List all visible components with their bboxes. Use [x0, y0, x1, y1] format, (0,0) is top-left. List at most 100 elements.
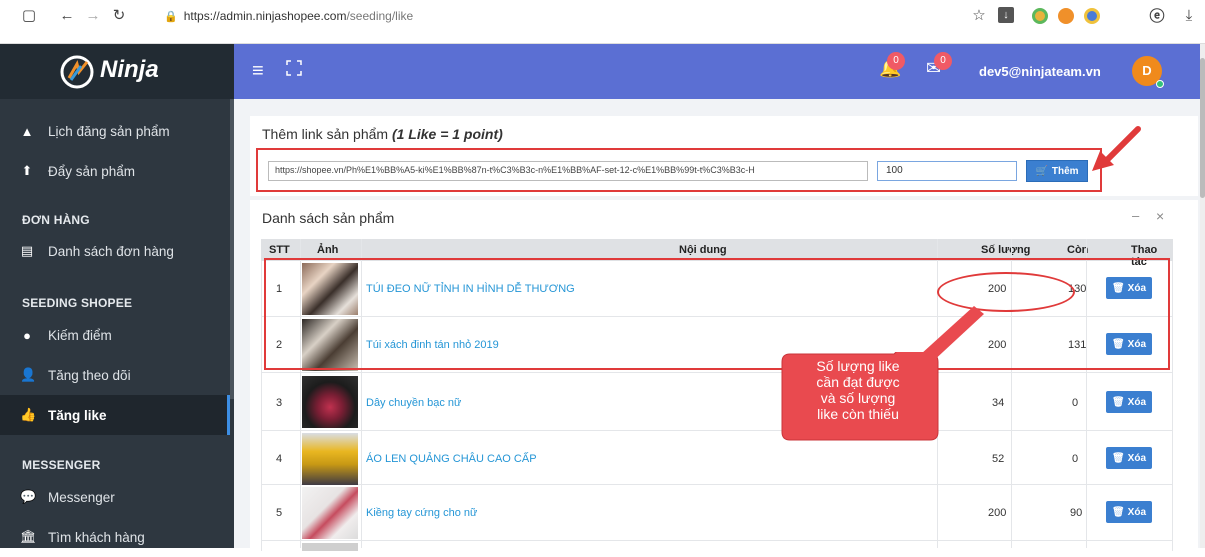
row-stt: 5 — [276, 507, 283, 519]
callout-text: Số lượng like cần đạt được và số lượng l… — [816, 358, 900, 422]
section-messenger: MESSENGER — [22, 458, 101, 472]
column-divider — [1086, 239, 1087, 548]
product-image — [302, 319, 358, 371]
main-content: Thêm link sản phẩm (1 Like = 1 point) ht… — [234, 99, 1200, 551]
product-image — [302, 487, 358, 539]
product-link[interactable]: Túi xách đinh tán nhỏ 2019 — [366, 339, 499, 351]
url-host: https://admin.ninjashopee.com — [183, 9, 347, 23]
annotation-arrow-icon — [1092, 126, 1141, 171]
table-row: 5 Kiềng tay cứng cho nữ 200 90 🗑 Xóa — [261, 485, 1173, 541]
upload-icon: ⬆ — [21, 163, 33, 178]
sidebar-item-label: Danh sách đơn hàng — [48, 243, 174, 259]
row-quantity: 200 — [988, 507, 1007, 519]
col-image: Ảnh — [317, 244, 339, 256]
chrome-ext-icon[interactable] — [1084, 8, 1100, 24]
table-row — [261, 541, 1173, 551]
row-remaining: 90 — [1070, 507, 1083, 519]
column-divider — [1011, 239, 1012, 548]
sidebar-item-label: Lịch đăng sản phẩm — [48, 123, 170, 139]
add-button[interactable]: 🛒 Thêm — [1026, 160, 1088, 182]
row-quantity: 200 — [988, 339, 1007, 351]
table-row: 4 ÁO LEN QUẢNG CHÂU CAO CẤP 52 0 🗑 Xóa — [261, 431, 1173, 485]
extension-icon[interactable] — [1032, 8, 1048, 24]
sidebar: ▲ Lịch đăng sản phẩm ⬆ Đẩy sản phẩm ĐƠN … — [0, 99, 234, 548]
download-ext-icon[interactable]: ↓ — [998, 7, 1014, 23]
pumpkin-icon[interactable] — [1058, 8, 1074, 24]
sidebar-item-likes[interactable]: 👍 Tăng like — [0, 395, 230, 435]
back-icon[interactable]: ← — [58, 6, 76, 24]
downloads-icon[interactable]: ⤓ — [1180, 6, 1198, 24]
product-image — [302, 263, 358, 315]
coin-icon: ● — [23, 327, 31, 343]
fullscreen-icon[interactable] — [286, 60, 302, 76]
user-email[interactable]: dev5@ninjateam.vn — [979, 64, 1101, 79]
section-orders: ĐƠN HÀNG — [22, 213, 90, 227]
online-status-dot — [1156, 80, 1164, 88]
sidebar-item-label: Tìm khách hàng — [48, 529, 145, 545]
cart-icon: 🛒 — [1035, 165, 1048, 177]
forward-icon[interactable]: → — [84, 6, 102, 24]
close-icon[interactable]: × — [1156, 208, 1164, 224]
row-quantity: 52 — [992, 453, 1005, 465]
window-icon[interactable]: ▢ — [20, 6, 38, 24]
table-row: 2 Túi xách đinh tán nhỏ 2019 200 131 🗑 Xó… — [261, 317, 1173, 373]
like-quantity-input[interactable]: 100 — [877, 161, 1017, 181]
sidebar-item-schedule[interactable]: ▲ Lịch đăng sản phẩm — [0, 111, 230, 151]
sidebar-item-label: Tăng like — [48, 407, 107, 423]
row-remaining: 130 — [1068, 283, 1087, 295]
sidebar-item-find-customers[interactable]: 🏛 Tìm khách hàng — [0, 517, 230, 557]
section-seeding: SEEDING SHOPEE — [22, 296, 133, 310]
address-bar[interactable]: 🔒 https://admin.ninjashopee.com/seeding/… — [164, 6, 924, 26]
browser-toolbar: ▢ ← → ↻ 🔒 https://admin.ninjashopee.com /… — [0, 0, 1205, 44]
delete-button[interactable]: 🗑 Xóa — [1106, 277, 1152, 299]
sidebar-item-push[interactable]: ⬆ Đẩy sản phẩm — [0, 151, 230, 191]
sidebar-item-messenger[interactable]: 💬 Messenger — [0, 477, 230, 517]
delete-button[interactable]: 🗑 Xóa — [1106, 391, 1152, 413]
sidebar-item-followers[interactable]: 👤 Tăng theo dõi — [0, 355, 230, 395]
product-image — [302, 376, 358, 428]
col-stt: STT — [269, 244, 290, 256]
minimize-icon[interactable]: – — [1132, 208, 1139, 223]
notification-badge: 0 — [887, 52, 905, 70]
row-stt: 2 — [276, 339, 283, 351]
col-content: Nội dung — [679, 244, 727, 256]
profile-icon[interactable]: ⓔ — [1148, 6, 1166, 25]
sidebar-item-orders[interactable]: ▤ Danh sách đơn hàng — [0, 231, 230, 271]
url-path: /seeding/like — [346, 9, 414, 23]
star-icon[interactable]: ☆ — [970, 6, 988, 24]
col-quantity: Số lượng — [981, 244, 1031, 256]
product-link[interactable]: Kiềng tay cứng cho nữ — [366, 507, 477, 519]
product-link[interactable]: ÁO LEN QUẢNG CHÂU CAO CẤP — [366, 453, 537, 465]
trash-icon: 🗑 — [1111, 396, 1125, 408]
bank-icon: 🏛 — [20, 529, 37, 544]
row-stt: 3 — [276, 397, 283, 409]
delete-button[interactable]: 🗑 Xóa — [1106, 333, 1152, 355]
table-header: STT Ảnh Nội dung Số lượng Còn Thao tác — [261, 239, 1173, 268]
product-link[interactable]: Dây chuyền bạc nữ — [366, 397, 461, 409]
page-scrollbar-thumb[interactable] — [1200, 58, 1205, 198]
sidebar-item-label: Kiếm điểm — [48, 327, 112, 343]
row-remaining: 0 — [1072, 453, 1079, 465]
chat-icon: 💬 — [20, 489, 37, 504]
logo-area[interactable]: Ninja — [0, 44, 234, 99]
delete-button[interactable]: 🗑 Xóa — [1106, 447, 1152, 469]
sidebar-item-earn-points[interactable]: ● Kiếm điểm — [0, 315, 230, 355]
trash-icon: 🗑 — [1111, 282, 1125, 294]
user-plus-icon: 👤 — [20, 367, 37, 382]
trash-icon: 🗑 — [1111, 506, 1125, 518]
row-remaining: 131 — [1068, 339, 1087, 351]
trash-icon: 🗑 — [1111, 452, 1125, 464]
row-quantity: 34 — [992, 397, 1005, 409]
list-panel-title: Danh sách sản phẩm — [262, 210, 395, 226]
reload-icon[interactable]: ↻ — [110, 6, 128, 24]
product-image — [302, 433, 358, 485]
bell-icon: ▲ — [20, 123, 34, 139]
product-link-input[interactable]: https://shopee.vn/Ph%E1%BB%A5-ki%E1%BB%8… — [268, 161, 868, 181]
product-image — [302, 543, 358, 551]
row-stt: 4 — [276, 453, 283, 465]
top-navbar: ≡ 🔔 0 ✉ 0 dev5@ninjateam.vn D — [234, 44, 1200, 99]
delete-button[interactable]: 🗑 Xóa — [1106, 501, 1152, 523]
trash-icon: 🗑 — [1111, 338, 1125, 350]
menu-toggle-icon[interactable]: ≡ — [252, 60, 264, 83]
product-link[interactable]: TÚI ĐEO NỮ TỈNH IN HÌNH DỄ THƯƠNG — [366, 283, 575, 295]
